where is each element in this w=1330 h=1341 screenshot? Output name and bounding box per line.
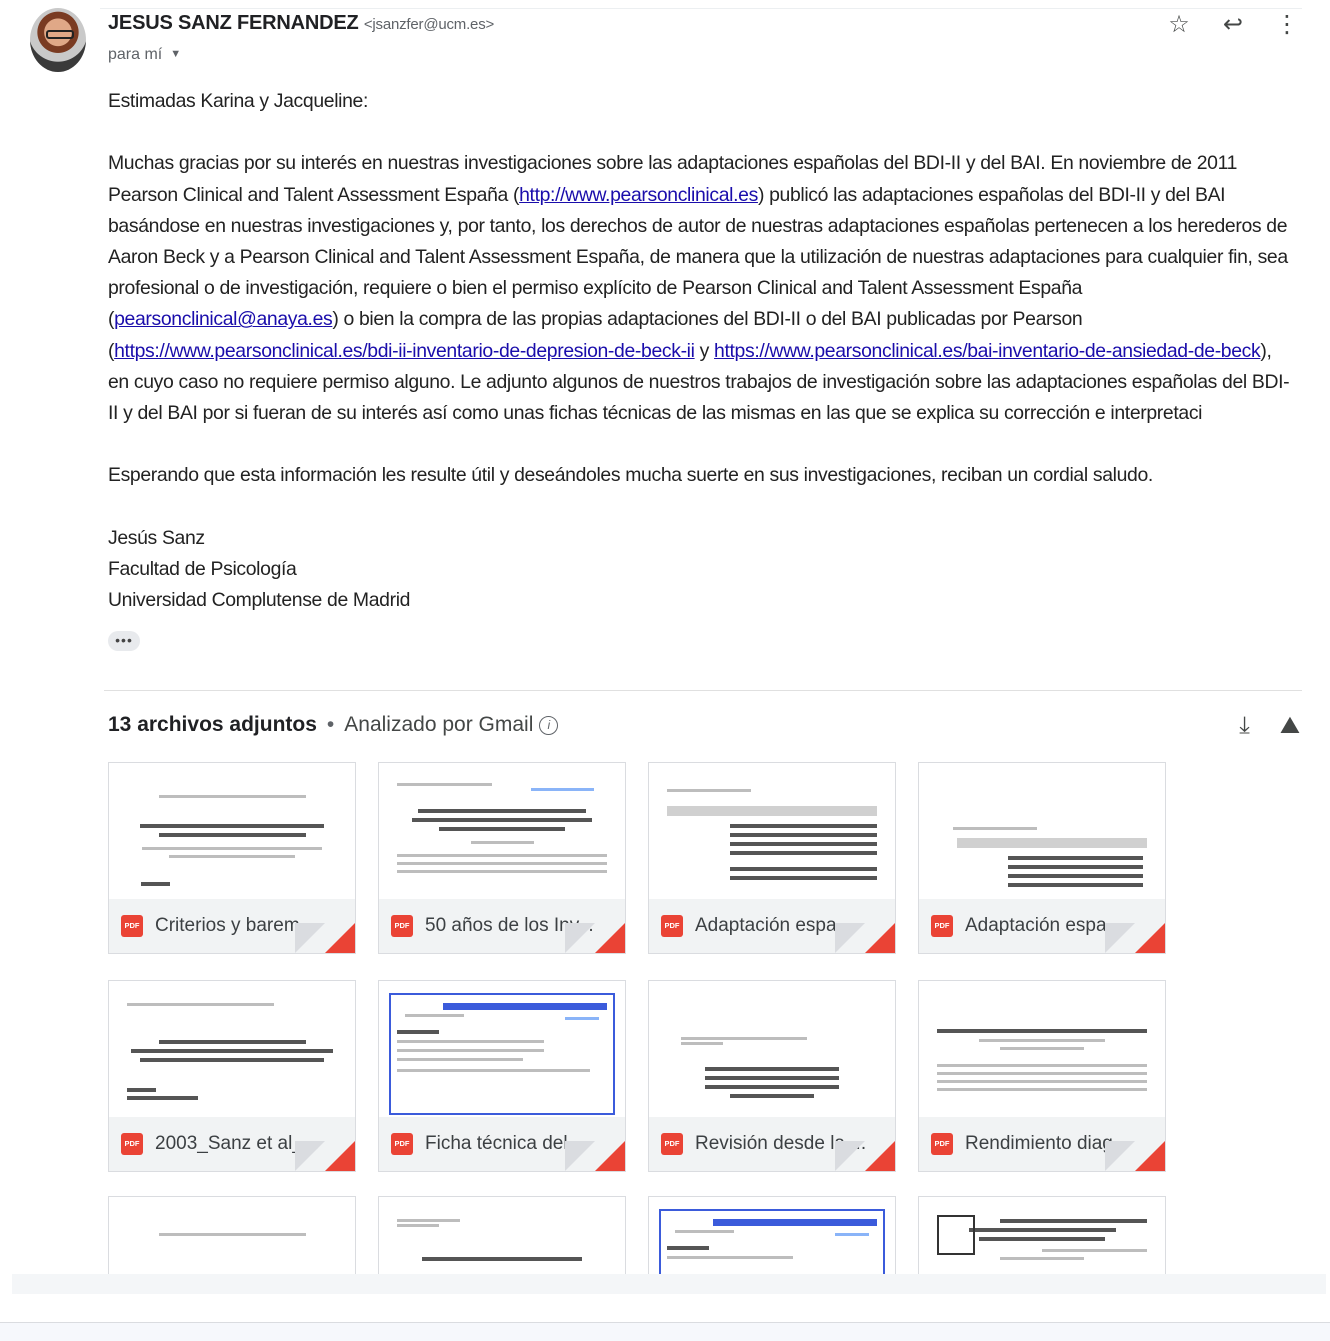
attachment-thumbnail — [649, 981, 895, 1119]
attachment-thumbnail — [109, 1197, 355, 1274]
signature-name: Jesús Sanz — [108, 526, 205, 549]
attachments-count: 13 archivos adjuntos — [108, 713, 317, 736]
attachment-filename: Criterios y barem... — [155, 915, 316, 936]
recipient-label: para mí — [108, 46, 163, 63]
attachment-thumbnail — [919, 763, 1165, 901]
attachment-card[interactable]: PDF Ficha técnica del ... — [378, 980, 626, 1172]
signature-faculty: Facultad de Psicología — [108, 558, 297, 580]
attachment-thumbnail — [379, 1197, 625, 1274]
greeting: Estimadas Karina y Jacqueline: — [108, 90, 369, 112]
email-link[interactable]: pearsonclinical@anaya.es — [114, 308, 333, 330]
attachment-card[interactable]: PDF 50 años de los Inv... — [378, 762, 626, 954]
signature-university: Universidad Complutense de Madrid — [108, 589, 411, 612]
attachment-card[interactable] — [918, 1196, 1166, 1274]
attachment-card[interactable]: PDF Adaptación espa... — [918, 762, 1166, 954]
pdf-icon: PDF — [391, 915, 413, 937]
sender-name[interactable]: JESUS SANZ FERNANDEZ — [108, 12, 359, 34]
signature: Jesús Sanz Facultad de Psicología Univer… — [108, 523, 1293, 617]
attachment-footer: PDF Adaptación espa... — [649, 899, 895, 953]
separator-dot: • — [326, 713, 335, 736]
bdi-link[interactable]: https://www.pearsonclinical.es/bdi-ii-in… — [114, 340, 695, 362]
attachment-thumbnail — [919, 1197, 1165, 1274]
page-fold-icon — [835, 923, 895, 953]
attachment-thumbnail — [649, 763, 895, 901]
page-fold-icon — [565, 923, 625, 953]
chevron-down-icon[interactable]: ▼ — [170, 48, 181, 60]
attachment-filename: Adaptación espa... — [965, 915, 1123, 936]
footer-area — [0, 1323, 1330, 1341]
attachments-grid: PDF Criterios y barem... PDF 50 años de … — [108, 762, 1168, 1274]
attachment-thumbnail — [109, 763, 355, 901]
attachments-divider — [104, 690, 1302, 691]
attachment-card[interactable] — [378, 1196, 626, 1274]
pdf-icon: PDF — [121, 1133, 143, 1155]
attachments-actions: ⤓ ⛰ — [1239, 712, 1300, 740]
attachment-card[interactable] — [108, 1196, 356, 1274]
attachment-card[interactable]: PDF Adaptación espa... — [648, 762, 896, 954]
more-options-icon[interactable]: ⋮ — [1274, 10, 1300, 39]
message-actions: ☆ ↩ ⋮ — [1166, 10, 1300, 39]
bai-link[interactable]: https://www.pearsonclinical.es/bai-inven… — [714, 340, 1261, 362]
pdf-icon: PDF — [391, 1133, 413, 1155]
attachment-footer: PDF 50 años de los Inv... — [379, 899, 625, 953]
attachment-card[interactable]: PDF Revisión desde la ... — [648, 980, 896, 1172]
attachment-thumbnail — [379, 763, 625, 901]
attachment-card[interactable]: PDF Criterios y barem... — [108, 762, 356, 954]
paragraph-closing: Esperando que esta información les resul… — [108, 464, 1153, 487]
attachment-footer: PDF Criterios y barem... — [109, 899, 355, 953]
sender-line: JESUS SANZ FERNANDEZ <jsanzfer@ucm.es> — [108, 12, 494, 35]
pdf-icon: PDF — [661, 1133, 683, 1155]
attachment-footer: PDF Rendimiento diag... — [919, 1117, 1165, 1171]
page-fold-icon — [295, 1141, 355, 1171]
sender-avatar[interactable] — [30, 8, 86, 72]
attachments-fade — [12, 1274, 1326, 1294]
attachment-footer: PDF Ficha técnica del ... — [379, 1117, 625, 1171]
attachment-thumbnail — [379, 981, 625, 1119]
attachment-filename: Adaptación espa... — [695, 915, 853, 936]
pearson-link[interactable]: http://www.pearsonclinical.es — [519, 184, 758, 206]
reply-icon[interactable]: ↩ — [1220, 10, 1246, 39]
add-to-drive-icon[interactable]: ⛰ — [1280, 712, 1300, 740]
attachment-thumbnail — [109, 981, 355, 1119]
attachment-card[interactable]: PDF 2003_Sanz et al_... — [108, 980, 356, 1172]
sender-email: <jsanzfer@ucm.es> — [363, 16, 495, 33]
paragraph-main: Muchas gracias por su interés en nuestra… — [108, 152, 1290, 425]
attachment-thumbnail — [649, 1197, 895, 1274]
attachment-card[interactable]: PDF Rendimiento diag... — [918, 980, 1166, 1172]
message-body: Estimadas Karina y Jacqueline: Muchas gr… — [108, 86, 1293, 616]
pdf-icon: PDF — [661, 915, 683, 937]
attachments-header: 13 archivos adjuntos • Analizado por Gma… — [108, 713, 559, 737]
pdf-icon: PDF — [931, 915, 953, 937]
page-fold-icon — [295, 923, 355, 953]
attachment-card[interactable] — [648, 1196, 896, 1274]
download-all-icon[interactable]: ⤓ — [1239, 712, 1250, 740]
attachment-footer: PDF Revisión desde la ... — [649, 1117, 895, 1171]
recipient-line[interactable]: para mí ▼ — [108, 46, 181, 64]
header-divider — [100, 8, 1302, 9]
show-trimmed-content-button[interactable]: ••• — [108, 631, 140, 651]
pdf-icon: PDF — [931, 1133, 953, 1155]
page-fold-icon — [1105, 1141, 1165, 1171]
star-icon[interactable]: ☆ — [1166, 10, 1192, 39]
attachment-footer: PDF 2003_Sanz et al_... — [109, 1117, 355, 1171]
attachment-footer: PDF Adaptación espa... — [919, 899, 1165, 953]
scan-label: Analizado por Gmail — [344, 713, 534, 736]
info-icon[interactable]: i — [539, 715, 559, 735]
pdf-icon: PDF — [121, 915, 143, 937]
page-fold-icon — [1105, 923, 1165, 953]
attachment-thumbnail — [919, 981, 1165, 1119]
page-fold-icon — [835, 1141, 895, 1171]
page-fold-icon — [565, 1141, 625, 1171]
